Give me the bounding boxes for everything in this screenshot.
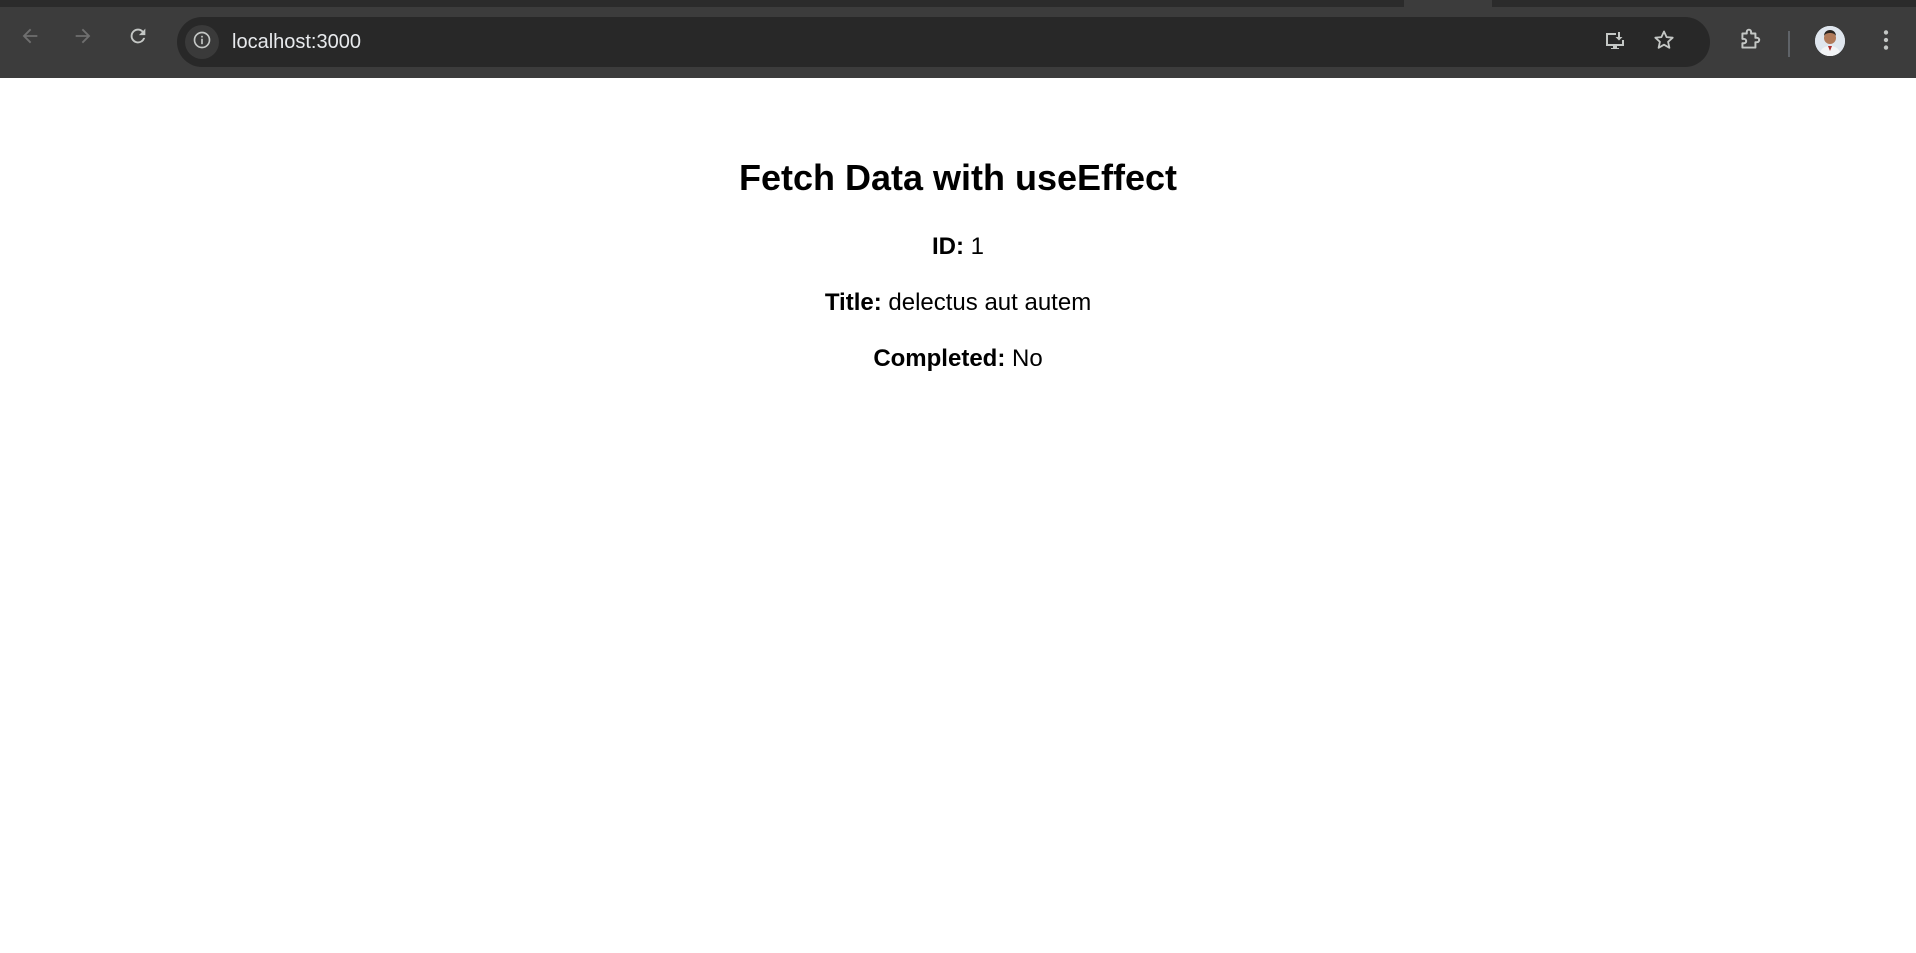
forward-button[interactable] [66, 21, 100, 55]
info-icon [192, 30, 212, 55]
field-title: Title: delectus aut autem [0, 288, 1916, 318]
field-title-value: delectus aut autem [888, 289, 1092, 316]
install-app-icon [1603, 28, 1627, 57]
puzzle-icon [1737, 27, 1763, 58]
field-id: ID: 1 [0, 232, 1916, 262]
field-title-label: Title: [824, 289, 882, 316]
site-info-button[interactable] [185, 25, 219, 59]
browser-menu-button[interactable] [1868, 24, 1904, 60]
toolbar-divider [1788, 31, 1790, 57]
field-completed-value: No [1011, 345, 1043, 372]
browser-chrome: localhost:3000 [0, 0, 1916, 78]
url-text[interactable]: localhost:3000 [232, 30, 361, 54]
address-bar[interactable]: localhost:3000 [177, 17, 1710, 67]
install-app-button[interactable] [1600, 27, 1630, 57]
bookmark-button[interactable] [1649, 27, 1679, 57]
reload-icon [127, 25, 149, 52]
page-content: Fetch Data with useEffect ID: 1 Title: d… [0, 78, 1916, 953]
browser-toolbar: localhost:3000 [0, 7, 1916, 78]
tab-strip [0, 0, 1916, 7]
field-completed-label: Completed: [873, 345, 1006, 372]
field-id-label: ID: [931, 233, 964, 260]
back-button[interactable] [13, 21, 47, 55]
page-title: Fetch Data with useEffect [738, 157, 1178, 198]
extensions-button[interactable] [1732, 24, 1768, 60]
avatar[interactable] [1815, 26, 1845, 56]
reload-button[interactable] [121, 21, 155, 55]
active-tab-edge[interactable] [1404, 0, 1492, 7]
arrow-right-icon [72, 25, 94, 52]
star-icon [1652, 28, 1676, 57]
kebab-menu-icon [1873, 27, 1899, 58]
field-completed: Completed: No [0, 344, 1916, 374]
arrow-left-icon [19, 25, 41, 52]
field-id-value: 1 [970, 233, 985, 260]
